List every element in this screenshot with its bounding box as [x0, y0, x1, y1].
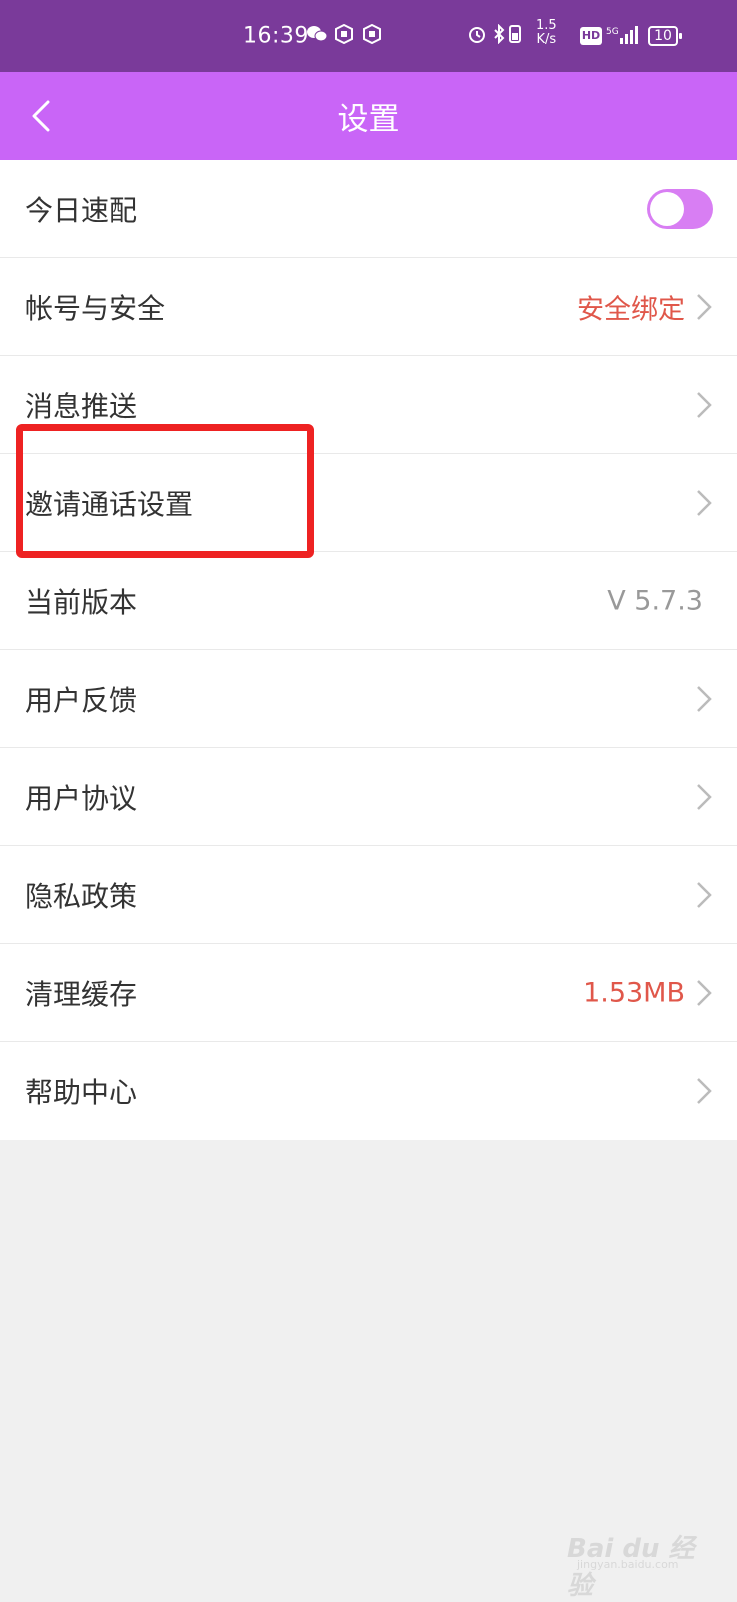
settings-item-label: 清理缓存 — [25, 977, 138, 1011]
toggle-knob — [650, 191, 684, 226]
net-speed-value: 1.5 — [536, 18, 557, 33]
settings-item-label: 隐私政策 — [25, 879, 138, 913]
settings-item-user-agreement[interactable]: 用户协议 — [0, 748, 737, 846]
version-value: V 5.7.3 — [607, 585, 703, 616]
bluetooth-icon — [492, 23, 506, 48]
chevron-right-icon — [697, 1078, 712, 1104]
page-title: 设置 — [337, 101, 400, 138]
phone-battery-icon — [509, 24, 521, 48]
settings-item-label: 用户协议 — [25, 781, 138, 815]
chevron-right-icon — [697, 979, 712, 1006]
net-speed-unit: K/s — [536, 32, 557, 47]
settings-item-privacy-policy[interactable]: 隐私政策 — [0, 846, 737, 944]
settings-item-quick-match: 今日速配 — [0, 160, 737, 258]
signal-icon: 5G — [606, 24, 642, 48]
settings-item-current-version: 当前版本 V 5.7.3 — [0, 552, 737, 650]
settings-item-clear-cache[interactable]: 清理缓存 1.53MB — [0, 944, 737, 1042]
wechat-icon — [306, 25, 328, 47]
chevron-right-icon — [697, 881, 712, 908]
network-speed: 1.5 K/s — [536, 19, 557, 47]
chevron-right-icon — [697, 783, 712, 810]
app-bar: 设置 — [0, 72, 737, 160]
status-time: 16:39 — [243, 23, 309, 49]
settings-item-account-security[interactable]: 帐号与安全 安全绑定 — [0, 258, 737, 356]
baidu-watermark: Bai du 经验 jingyan.baidu.com — [567, 1498, 697, 1601]
settings-list: 今日速配 帐号与安全 安全绑定 消息推送 邀请通话设置 当前版本 V 5.7.3… — [0, 160, 737, 1140]
chevron-right-icon — [697, 685, 712, 712]
chevron-right-icon — [697, 293, 712, 320]
alarm-icon — [467, 24, 487, 48]
settings-item-label: 今日速配 — [25, 193, 138, 227]
settings-item-help-center[interactable]: 帮助中心 — [0, 1042, 737, 1140]
hd-badge: HD — [580, 27, 602, 45]
annotation-highlight-box — [16, 424, 314, 558]
quick-match-toggle[interactable] — [647, 188, 713, 229]
settings-item-label: 消息推送 — [25, 389, 138, 423]
hand-app-icon-2 — [362, 23, 382, 48]
battery-indicator: 10 — [648, 26, 682, 46]
settings-item-value: 安全绑定 — [577, 294, 685, 325]
cache-size-value: 1.53MB — [583, 977, 685, 1008]
chevron-right-icon — [697, 391, 712, 418]
status-bar: 16:39 1.5 K/s HD 5G 10 — [0, 0, 737, 72]
settings-item-feedback[interactable]: 用户反馈 — [0, 650, 737, 748]
settings-item-label: 帮助中心 — [25, 1076, 138, 1109]
settings-item-label: 帐号与安全 — [25, 291, 166, 325]
chevron-right-icon — [697, 489, 712, 516]
signal-label: 5G — [606, 27, 619, 37]
watermark-sub: jingyan.baidu.com — [577, 1558, 679, 1571]
settings-item-label: 当前版本 — [25, 585, 138, 619]
settings-item-label: 用户反馈 — [25, 683, 138, 717]
hand-app-icon — [334, 23, 354, 48]
